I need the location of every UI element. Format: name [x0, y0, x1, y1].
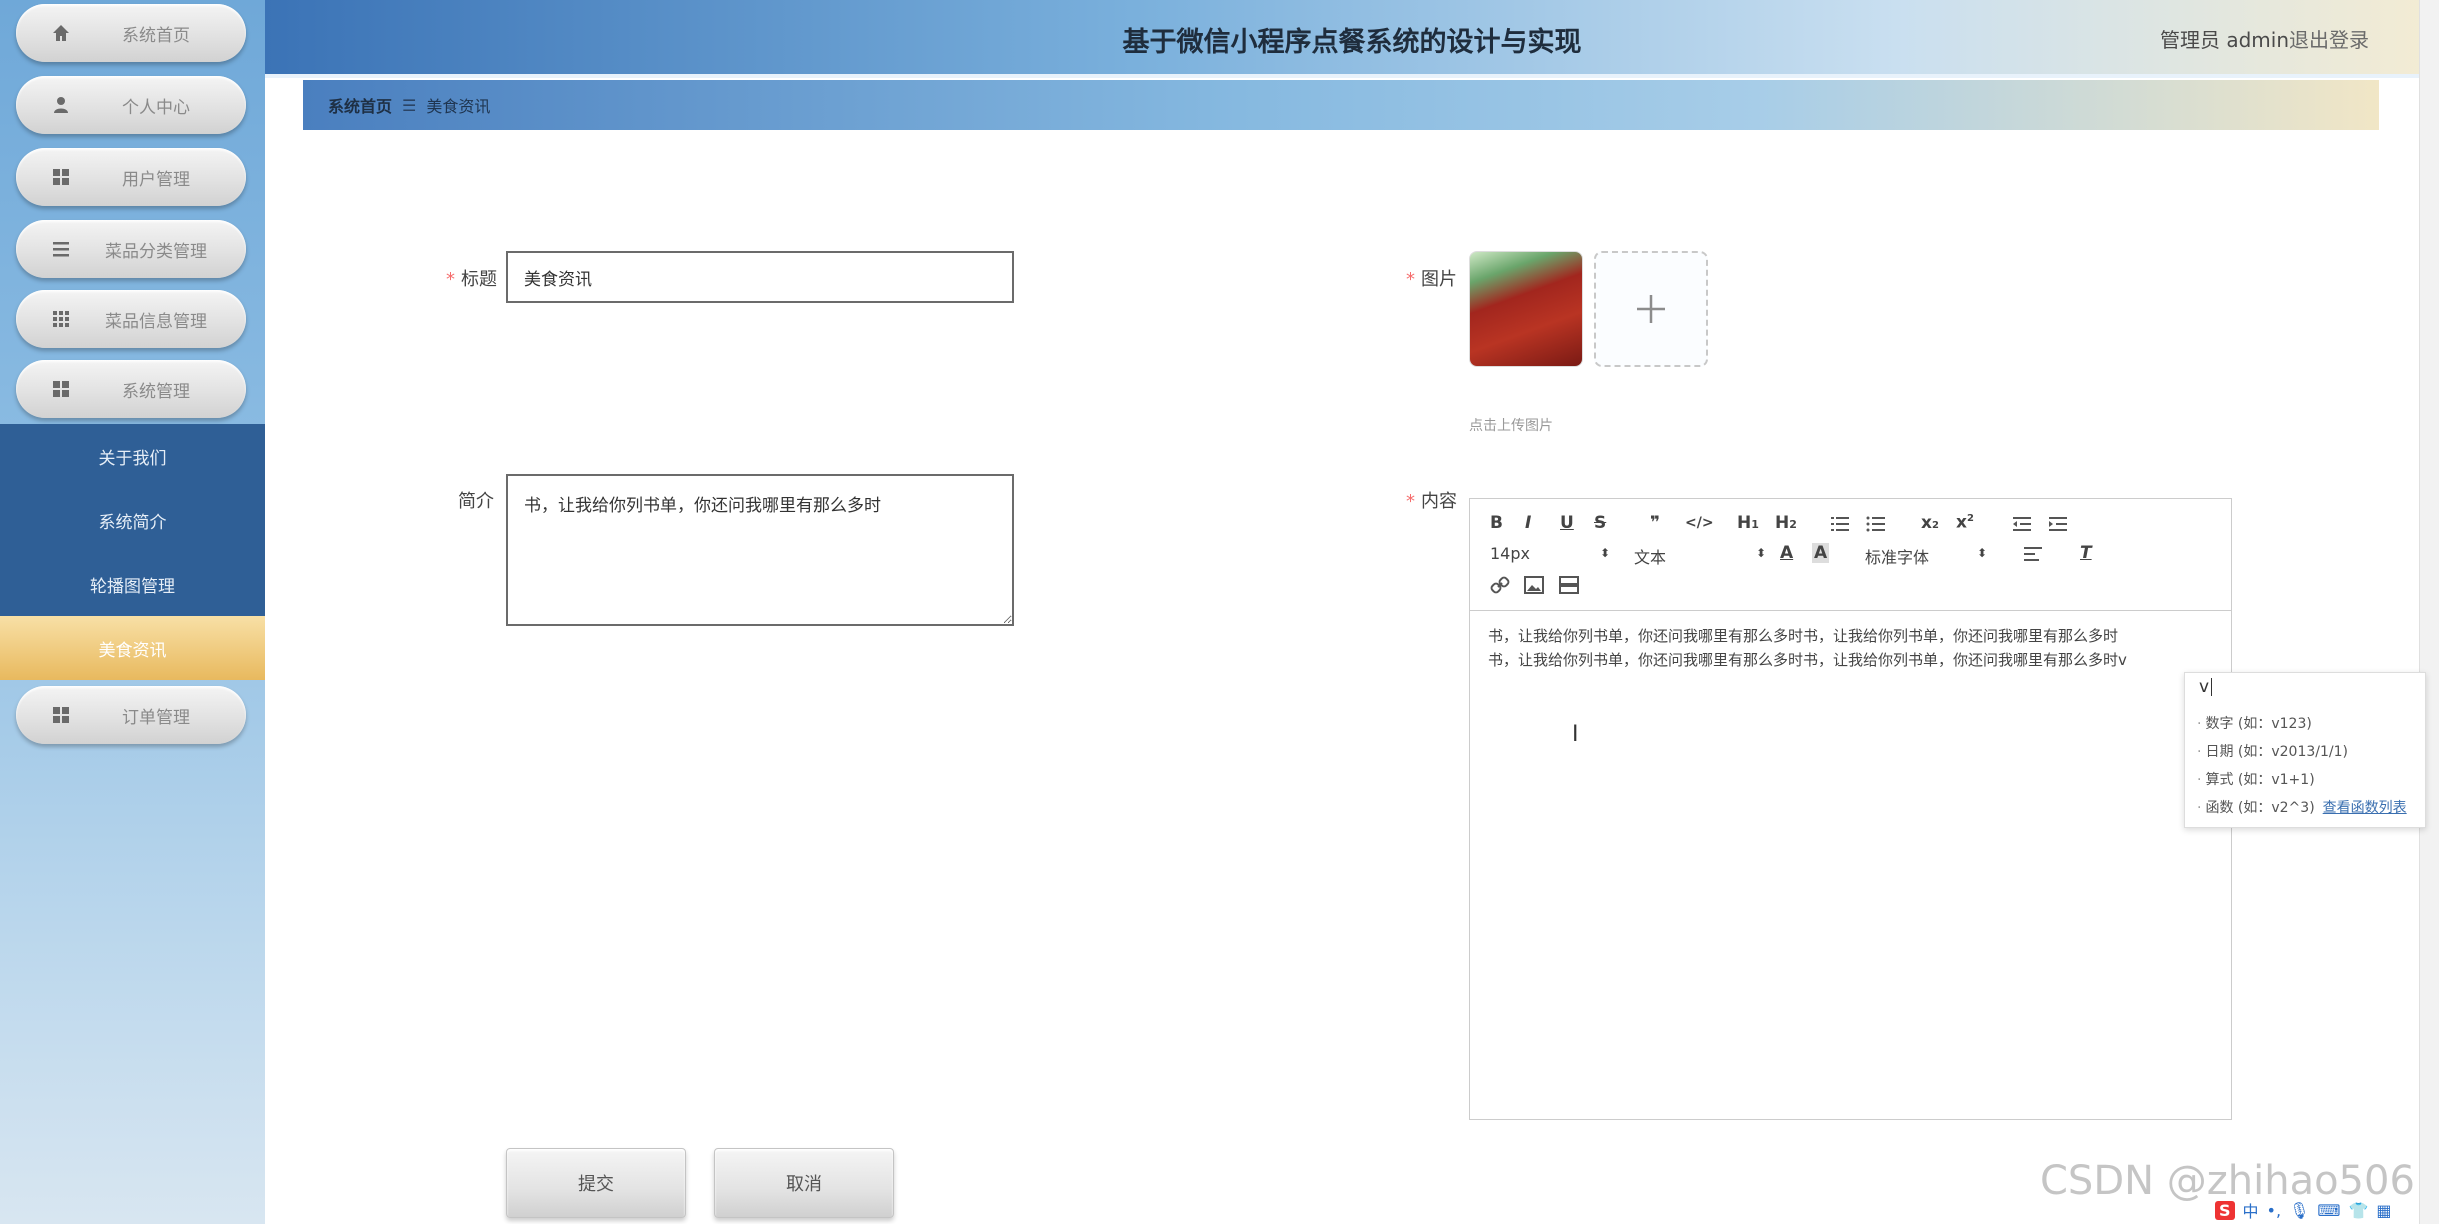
- upload-add-button[interactable]: [1594, 251, 1708, 367]
- sidebar-item-label: 系统首页: [122, 25, 190, 46]
- grid-icon: [53, 707, 69, 723]
- sidebar-item-dish-info[interactable]: 菜品信息管理: [16, 290, 246, 348]
- punctuation-icon[interactable]: •,: [2267, 1201, 2282, 1220]
- heading1-icon[interactable]: H1: [1737, 513, 1759, 535]
- home-icon: [53, 25, 69, 41]
- sidebar-item-dish-category[interactable]: 菜品分类管理: [16, 220, 246, 278]
- sidebar-item-label: 个人中心: [122, 97, 190, 118]
- top-header: 基于微信小程序点餐系统的设计与实现 管理员 admin 退出登录: [265, 0, 2439, 74]
- intro-label: 简介: [458, 491, 494, 512]
- heading2-icon[interactable]: H2: [1775, 513, 1797, 535]
- blockquote-icon[interactable]: ❞: [1650, 513, 1660, 533]
- formula-option-date[interactable]: · 日期 (如：v2013/1/1): [2197, 741, 2348, 761]
- microphone-icon[interactable]: 🎙: [2289, 1201, 2309, 1220]
- uploaded-food-image[interactable]: [1469, 251, 1583, 367]
- intro-textarea[interactable]: 书，让我给你列书单，你还问我哪里有那么多时: [506, 474, 1014, 626]
- editor-toolbar: B I U S ❞ </> H1 H2 x2 x2 14px ⬍ 文本 ⬍ A …: [1470, 499, 2231, 611]
- sidebar-item-profile[interactable]: 个人中心: [16, 76, 246, 134]
- app-title: 基于微信小程序点餐系统的设计与实现: [1122, 27, 1582, 58]
- font-color-icon[interactable]: A: [1780, 543, 1793, 563]
- outdent-icon[interactable]: [2012, 515, 2032, 533]
- formula-suggestion-popup: v · 数字 (如：v123) · 日期 (如：v2013/1/1) · 算式 (如：…: [2184, 672, 2426, 828]
- cancel-button[interactable]: 取消: [714, 1148, 894, 1218]
- sidebar-item-label: 用户管理: [122, 169, 190, 190]
- breadcrumb: 系统首页 ☰ 美食资讯: [303, 80, 2379, 130]
- sidebar-item-orders[interactable]: 订单管理: [16, 686, 246, 744]
- current-user: 管理员 admin: [2159, 28, 2289, 52]
- rich-text-editor: B I U S ❞ </> H1 H2 x2 x2 14px ⬍ 文本 ⬍ A …: [1469, 498, 2232, 1120]
- select-arrows-icon: ⬍: [1600, 546, 1611, 560]
- skin-icon[interactable]: 👕: [2348, 1201, 2368, 1220]
- ime-language[interactable]: 中: [2243, 1198, 2259, 1222]
- breadcrumb-home[interactable]: 系统首页: [328, 93, 392, 117]
- sidebar-item-system[interactable]: 系统管理: [16, 360, 246, 418]
- title-label: * 标题: [446, 269, 497, 290]
- strikethrough-icon[interactable]: S: [1594, 513, 1606, 533]
- upload-hint: 点击上传图片: [1469, 418, 1553, 434]
- editor-content[interactable]: 书，让我给你列书单，你还问我哪里有那么多时书，让我给你列书单，你还问我哪里有那么…: [1488, 624, 2208, 672]
- submenu-item-carousel[interactable]: 轮播图管理: [0, 552, 265, 616]
- sidebar-item-label: 订单管理: [122, 707, 190, 728]
- text-cursor-icon: I: [1572, 722, 1579, 747]
- italic-icon[interactable]: I: [1525, 513, 1531, 533]
- editor-text-line: 书，让我给你列书单，你还问我哪里有那么多时书，让我给你列书单，你还问我哪里有那么…: [1488, 627, 2119, 645]
- submit-button[interactable]: 提交: [506, 1148, 686, 1218]
- sogou-icon[interactable]: S: [2215, 1200, 2235, 1220]
- submenu-item-food-news[interactable]: 美食资讯: [0, 616, 265, 680]
- indent-icon[interactable]: [2048, 515, 2068, 533]
- content-label: * 内容: [1406, 491, 1457, 512]
- formula-option-number[interactable]: · 数字 (如：v123): [2197, 713, 2312, 733]
- bold-icon[interactable]: B: [1490, 513, 1503, 533]
- title-input[interactable]: [506, 251, 1014, 303]
- paragraph-select[interactable]: 文本 ⬍: [1634, 544, 1767, 568]
- grid-icon: [53, 169, 69, 185]
- select-arrows-icon: ⬍: [1756, 546, 1767, 560]
- ordered-list-icon[interactable]: [1830, 515, 1850, 533]
- clear-format-icon[interactable]: T: [2080, 543, 2092, 563]
- breadcrumb-current: 美食资讯: [426, 97, 491, 116]
- link-icon[interactable]: [1490, 575, 1510, 595]
- function-list-link[interactable]: 查看函数列表: [2323, 800, 2407, 816]
- sidebar-item-users[interactable]: 用户管理: [16, 148, 246, 206]
- code-icon[interactable]: </>: [1685, 513, 1714, 533]
- page-scrollbar[interactable]: [2419, 0, 2439, 1224]
- toolbox-icon[interactable]: ▦: [2376, 1201, 2391, 1220]
- submenu-item-about[interactable]: 关于我们: [0, 424, 265, 488]
- grid-icon: [53, 381, 69, 397]
- list-icon: [53, 242, 69, 257]
- select-arrows-icon: ⬍: [1977, 546, 1988, 560]
- formula-option-function[interactable]: · 函数 (如：v2^3) 查看函数列表: [2197, 797, 2407, 817]
- ime-tray: S 中 •, 🎙 ⌨ 👕 ▦: [2215, 1196, 2425, 1224]
- formula-input[interactable]: v: [2199, 677, 2212, 697]
- apps-icon: [53, 311, 69, 327]
- logout-link[interactable]: 退出登录: [2289, 24, 2369, 53]
- sidebar-item-home[interactable]: 系统首页: [16, 4, 246, 62]
- font-size-select[interactable]: 14px ⬍: [1490, 544, 1610, 563]
- background-color-icon[interactable]: A: [1812, 543, 1830, 563]
- keyboard-icon[interactable]: ⌨: [2317, 1201, 2340, 1220]
- underline-icon[interactable]: U: [1560, 513, 1574, 533]
- user-icon: [54, 97, 68, 113]
- sidebar-item-label: 菜品信息管理: [105, 311, 207, 332]
- superscript-icon[interactable]: x2: [1956, 509, 1974, 533]
- formula-option-expression[interactable]: · 算式 (如：v1+1): [2197, 769, 2315, 789]
- sidebar: 系统首页 个人中心 用户管理 菜品分类管理 菜品信息管理 系统管理 关于我们 系…: [0, 0, 265, 1224]
- bullet-list-icon[interactable]: [1866, 515, 1886, 533]
- system-submenu: 关于我们 系统简介 轮播图管理 美食资讯: [0, 424, 265, 680]
- image-icon[interactable]: [1524, 576, 1544, 594]
- align-left-icon[interactable]: [2023, 545, 2043, 563]
- sidebar-item-label: 菜品分类管理: [105, 241, 207, 262]
- font-family-select[interactable]: 标准字体 ⬍: [1865, 544, 1988, 568]
- image-label: * 图片: [1406, 269, 1457, 290]
- video-icon[interactable]: [1559, 576, 1579, 594]
- plus-icon: [1637, 295, 1665, 323]
- sidebar-item-label: 系统管理: [122, 381, 190, 402]
- breadcrumb-separator-icon: ☰: [402, 95, 417, 115]
- editor-text-line: 书，让我给你列书单，你还问我哪里有那么多时书，让我给你列书单，你还问我哪里有那么…: [1488, 651, 2127, 669]
- subscript-icon[interactable]: x2: [1921, 513, 1939, 536]
- submenu-item-intro[interactable]: 系统简介: [0, 488, 265, 552]
- header-divider: [265, 74, 2439, 78]
